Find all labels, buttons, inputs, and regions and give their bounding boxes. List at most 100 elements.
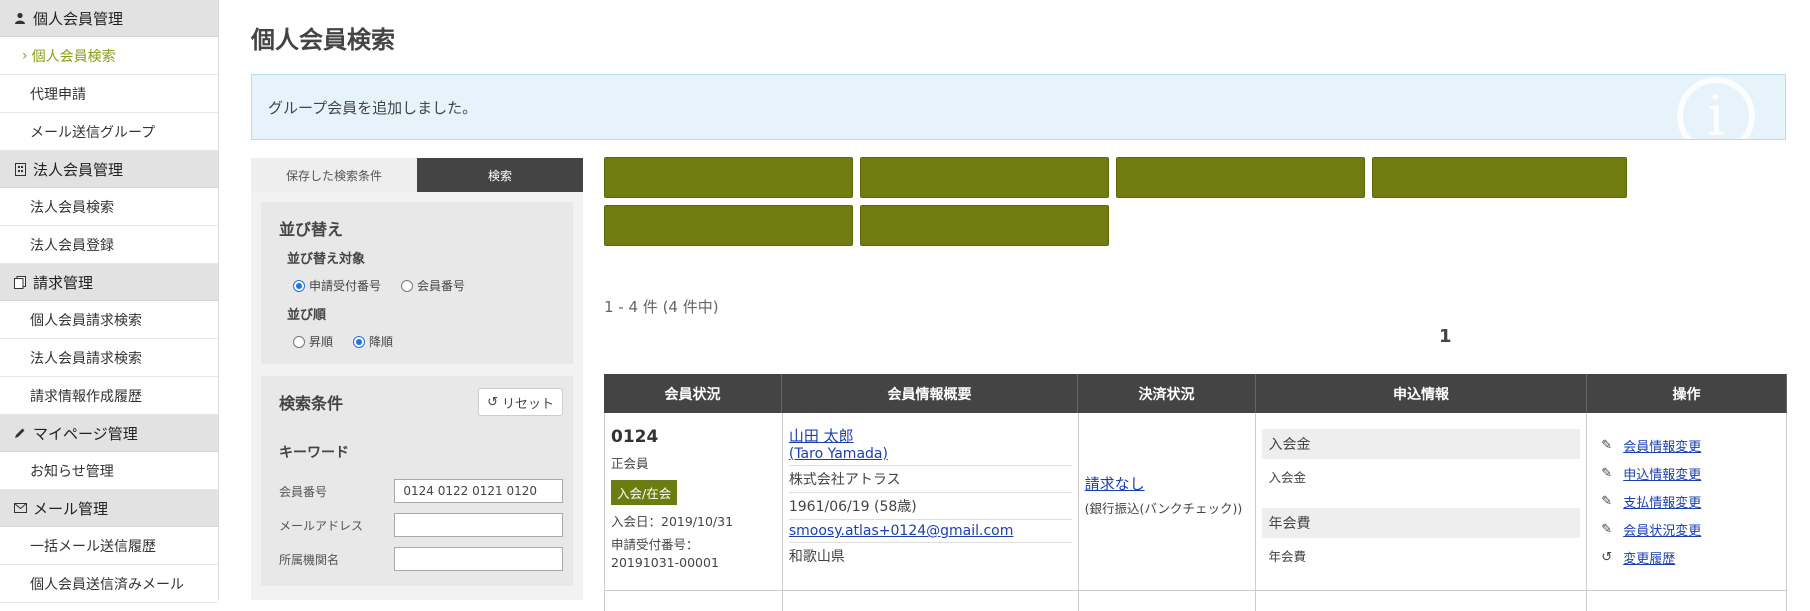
sidebar-item-label: 一括メール送信履歴 bbox=[30, 538, 156, 555]
op-edit-payment[interactable]: ✎ 支払情報変更 bbox=[1593, 487, 1780, 515]
op-history[interactable]: ↺ 変更履歴 bbox=[1593, 543, 1780, 571]
sidebar-item-sent-mail[interactable]: 個人会員送信済みメール bbox=[0, 565, 218, 603]
member-name-link[interactable]: 山田 太郎 bbox=[789, 427, 854, 445]
filter-button[interactable] bbox=[1372, 157, 1627, 198]
sidebar-item-notice[interactable]: お知らせ管理 bbox=[0, 452, 218, 490]
sidebar-item-corporate-search[interactable]: 法人会員検索 bbox=[0, 188, 218, 226]
reset-button[interactable]: ↺ リセット bbox=[478, 388, 563, 416]
sidebar-item-bulk-mail-history[interactable]: 一括メール送信履歴 bbox=[0, 527, 218, 565]
radio-ascending[interactable]: 昇順 bbox=[293, 333, 333, 350]
pagination-current-page[interactable]: 1 bbox=[1439, 326, 1452, 347]
sort-order-group: 昇順 降順 bbox=[293, 333, 555, 350]
sort-target-group: 申請受付番号 会員番号 bbox=[293, 277, 555, 294]
radio-label: 申請受付番号 bbox=[309, 279, 382, 293]
radio-dot[interactable] bbox=[353, 335, 366, 348]
sidebar-section-label: 法人会員管理 bbox=[33, 160, 124, 179]
field-label: 所属機関名 bbox=[279, 552, 340, 567]
sidebar: 個人会員管理 › 個人会員検索 代理申請 メール送信グループ 法人会員管理 法人… bbox=[0, 0, 219, 603]
envelope-icon bbox=[12, 503, 28, 513]
fee-entry-detail: 入会金 bbox=[1268, 470, 1306, 485]
radio-application-number[interactable]: 申請受付番号 bbox=[293, 277, 381, 294]
prefecture: 和歌山県 bbox=[788, 549, 845, 565]
column-header: 申込情報 bbox=[1256, 374, 1587, 413]
page-title: 個人会員検索 bbox=[251, 26, 395, 54]
filter-button[interactable] bbox=[860, 205, 1109, 246]
organization-input[interactable] bbox=[394, 547, 563, 571]
person-icon bbox=[12, 12, 28, 24]
table-row: 0124 正会員 入会/在会 入会日：2019/10/31 申請受付番号： 20… bbox=[604, 413, 1788, 591]
email-input[interactable] bbox=[394, 513, 563, 537]
payment-method: (銀行振込(バンクチェック)) bbox=[1084, 501, 1243, 516]
column-header: 会員情報概要 bbox=[782, 374, 1078, 413]
radio-dot[interactable] bbox=[293, 279, 305, 292]
op-link[interactable]: 会員状況変更 bbox=[1623, 520, 1701, 539]
op-edit-status[interactable]: ✎ 会員状況変更 bbox=[1593, 515, 1780, 543]
fee-annual-title: 年会費 bbox=[1262, 508, 1581, 538]
filter-button[interactable] bbox=[604, 157, 853, 198]
sidebar-item-corporate-register[interactable]: 法人会員登録 bbox=[0, 226, 218, 264]
undo-icon: ↺ bbox=[487, 394, 498, 410]
fee-annual-detail: 年会費 bbox=[1268, 549, 1306, 564]
radio-dot[interactable] bbox=[293, 335, 305, 348]
search-panel: 保存した検索条件 検索 並び替え 並び替え対象 申請受付番号 会員番号 並び順 … bbox=[251, 158, 583, 600]
sidebar-item-label: 法人会員請求検索 bbox=[30, 350, 142, 367]
payment-status-link[interactable]: 請求なし bbox=[1085, 475, 1145, 493]
member-name-en-link[interactable]: (Taro Yamada) bbox=[789, 446, 888, 462]
cell-operations: ✎ 会員情報変更 ✎ 申込情報変更 ✎ 支払情報変更 ✎ 会員状況変更 ↺ 変更履歴 bbox=[1587, 413, 1788, 590]
op-edit-application[interactable]: ✎ 申込情報変更 bbox=[1593, 459, 1780, 487]
sidebar-item-member-search[interactable]: › 個人会員検索 bbox=[0, 37, 218, 75]
cell-member-summary: 山田 太郎 (Taro Yamada) 株式会社アトラス 1961/06/19 … bbox=[783, 413, 1079, 590]
radio-dot[interactable] bbox=[401, 279, 414, 292]
sidebar-item-proxy-application[interactable]: 代理申請 bbox=[0, 75, 218, 113]
info-alert: グループ会員を追加しました。 i bbox=[251, 74, 1786, 140]
op-link[interactable]: 変更履歴 bbox=[1623, 548, 1675, 567]
table-header: 会員状況 会員情報概要 決済状況 申込情報 操作 bbox=[604, 374, 1787, 413]
table-cell bbox=[1587, 591, 1787, 611]
radio-member-number[interactable]: 会員番号 bbox=[401, 277, 465, 294]
search-conditions-box: 検索条件 ↺ リセット キーワード 会員番号 メールアドレス 所属機関名 bbox=[261, 376, 573, 586]
sidebar-item-label: 法人会員登録 bbox=[30, 237, 114, 254]
table-cell bbox=[783, 591, 1079, 611]
filter-button[interactable] bbox=[604, 205, 853, 246]
member-number: 0124 bbox=[611, 427, 659, 447]
status-badge: 入会/在会 bbox=[611, 480, 678, 505]
radio-descending[interactable]: 降順 bbox=[353, 333, 393, 350]
pencil-icon: ✎ bbox=[1601, 521, 1613, 537]
op-link[interactable]: 会員情報変更 bbox=[1623, 436, 1701, 455]
table-cell bbox=[605, 591, 783, 611]
reset-label: リセット bbox=[501, 396, 554, 412]
sidebar-section-label: マイページ管理 bbox=[33, 424, 138, 443]
sidebar-section-label: 請求管理 bbox=[33, 273, 94, 292]
tab-saved-conditions[interactable]: 保存した検索条件 bbox=[251, 158, 417, 192]
sidebar-item-corporate-billing-search[interactable]: 法人会員請求検索 bbox=[0, 339, 218, 377]
sort-target-label: 並び替え対象 bbox=[287, 252, 366, 267]
member-number-row: 会員番号 bbox=[279, 474, 563, 508]
filter-button[interactable] bbox=[1116, 157, 1365, 198]
filter-button[interactable] bbox=[860, 157, 1109, 198]
sidebar-section-billing[interactable]: 請求管理 bbox=[0, 264, 218, 301]
pencil-icon: ✎ bbox=[1601, 493, 1613, 509]
pencil-icon: ✎ bbox=[1601, 465, 1613, 481]
sidebar-section-corporate[interactable]: 法人会員管理 bbox=[0, 151, 218, 188]
sidebar-section-member[interactable]: 個人会員管理 bbox=[0, 0, 218, 37]
sidebar-section-mail[interactable]: メール管理 bbox=[0, 490, 218, 527]
op-link[interactable]: 申込情報変更 bbox=[1623, 464, 1701, 483]
sidebar-item-label: 請求情報作成履歴 bbox=[30, 388, 142, 405]
sidebar-item-billing-history[interactable]: 請求情報作成履歴 bbox=[0, 377, 218, 415]
op-edit-member[interactable]: ✎ 会員情報変更 bbox=[1593, 431, 1780, 459]
application-number-label: 申請受付番号： bbox=[611, 537, 699, 552]
sidebar-section-label: 個人会員管理 bbox=[33, 9, 124, 28]
column-header: 決済状況 bbox=[1078, 374, 1256, 413]
tab-search[interactable]: 検索 bbox=[417, 158, 583, 192]
sidebar-section-mypage[interactable]: マイページ管理 bbox=[0, 415, 218, 452]
sidebar-item-label: 代理申請 bbox=[30, 86, 86, 103]
member-number-input[interactable] bbox=[394, 479, 563, 503]
fee-entry-title: 入会金 bbox=[1262, 429, 1581, 459]
op-link[interactable]: 支払情報変更 bbox=[1623, 492, 1701, 511]
sidebar-item-mail-group[interactable]: メール送信グループ bbox=[0, 113, 218, 151]
email-link[interactable]: smoosy.atlas+0124@gmail.com bbox=[789, 523, 1014, 539]
column-header: 会員状況 bbox=[604, 374, 782, 413]
table-row bbox=[604, 591, 1787, 611]
radio-label: 会員番号 bbox=[417, 279, 466, 293]
sidebar-item-member-billing-search[interactable]: 個人会員請求検索 bbox=[0, 301, 218, 339]
